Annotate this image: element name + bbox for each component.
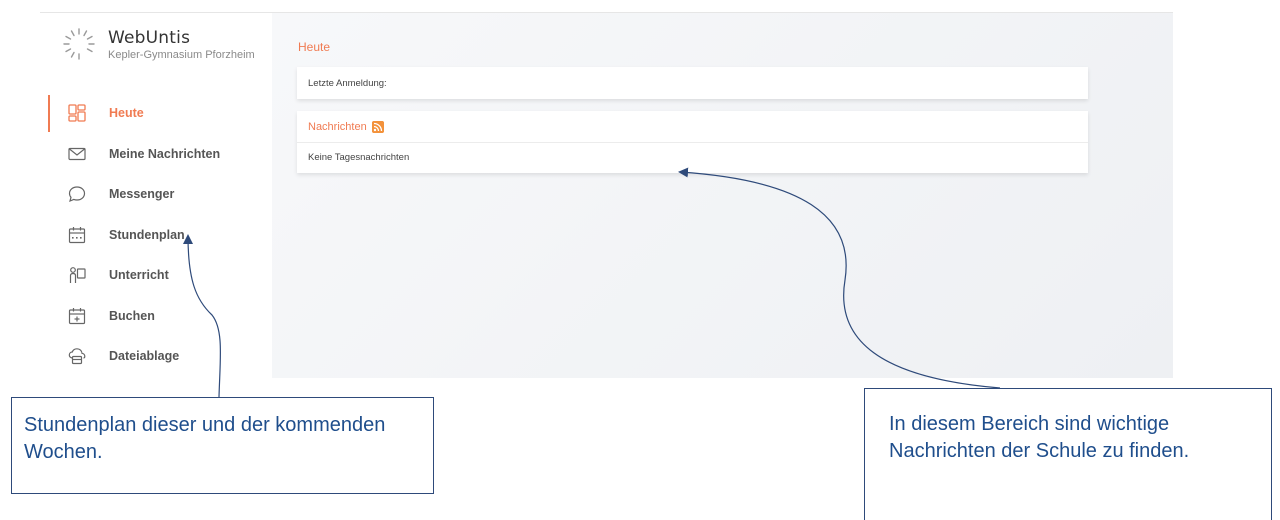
callout-stundenplan: Stundenplan dieser und der kommenden Woc…	[11, 397, 434, 494]
callout-nachrichten: In diesem Bereich sind wichtige Nachrich…	[864, 388, 1272, 520]
calendar-plus-icon	[68, 307, 86, 324]
brand[interactable]: WebUntis Kepler-Gymnasium Pforzheim	[62, 27, 255, 61]
nav-item-stundenplan[interactable]: Stundenplan	[40, 215, 272, 256]
page-title: Heute	[298, 40, 331, 54]
news-body: Keine Tagesnachrichten	[297, 143, 1088, 172]
chat-bubble-icon	[68, 186, 86, 203]
nav-item-unterricht[interactable]: Unterricht	[40, 255, 272, 296]
calendar-icon	[68, 226, 86, 243]
envelope-icon	[68, 147, 86, 160]
nav-label: Buchen	[109, 308, 155, 323]
sidebar: WebUntis Kepler-Gymnasium Pforzheim Heut…	[40, 13, 272, 378]
main-content: Heute Letzte Anmeldung: Nachrichten Kein…	[272, 13, 1173, 378]
cloud-folder-icon	[68, 348, 86, 365]
webuntis-window: WebUntis Kepler-Gymnasium Pforzheim Heut…	[40, 12, 1173, 378]
last-login-label: Letzte Anmeldung:	[308, 77, 387, 89]
nav-label: Dateiablage	[109, 349, 180, 364]
last-login-card: Letzte Anmeldung:	[297, 67, 1088, 99]
nav-item-meine-nachrichten[interactable]: Meine Nachrichten	[40, 134, 272, 175]
main-nav: Heute Meine Nachrichten Messenger Stunde…	[40, 93, 272, 377]
nav-label: Messenger	[109, 187, 175, 202]
rss-icon[interactable]	[371, 120, 384, 133]
nav-label: Heute	[109, 106, 144, 121]
dashboard-icon	[68, 104, 86, 122]
nav-label: Meine Nachrichten	[109, 146, 221, 161]
news-title: Nachrichten	[308, 120, 367, 133]
nav-item-buchen[interactable]: Buchen	[40, 296, 272, 337]
teacher-board-icon	[69, 267, 86, 284]
nav-item-dateiablage[interactable]: Dateiablage	[40, 336, 272, 377]
nav-label: Unterricht	[109, 268, 169, 283]
nav-item-heute[interactable]: Heute	[40, 93, 272, 134]
school-name: Kepler-Gymnasium Pforzheim	[108, 48, 255, 61]
nav-item-messenger[interactable]: Messenger	[40, 174, 272, 215]
news-empty-text: Keine Tagesnachrichten	[308, 152, 410, 163]
news-header: Nachrichten	[297, 111, 1088, 143]
webuntis-logo-icon	[63, 28, 95, 60]
nav-label: Stundenplan	[109, 227, 185, 242]
news-card: Nachrichten Keine Tagesnachrichten	[297, 111, 1088, 173]
brand-name: WebUntis	[108, 27, 191, 48]
